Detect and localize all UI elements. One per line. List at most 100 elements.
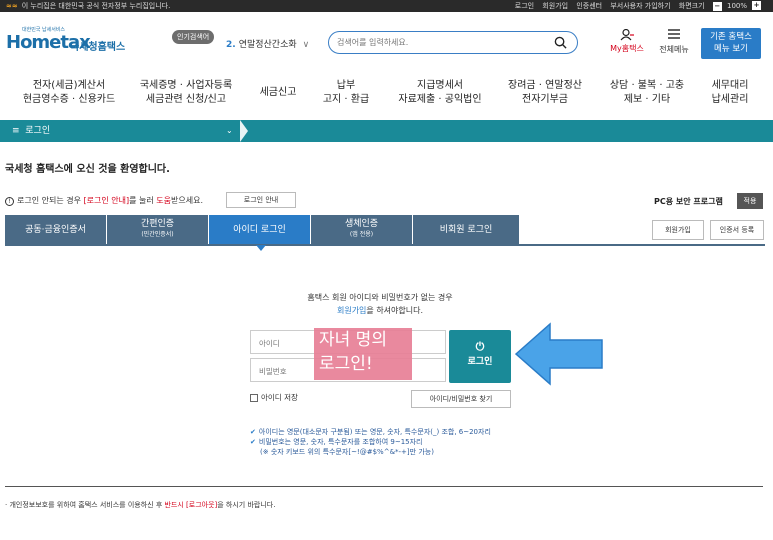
location-label[interactable]: ≡ 로그인: [12, 120, 50, 142]
tab-guest-login[interactable]: 비회원 로그인: [413, 215, 520, 245]
zoom-out-button[interactable]: −: [712, 1, 722, 11]
hometax-logo[interactable]: 대한민국 납세서비스 Hometax 국세청홈택스: [6, 27, 136, 59]
gnb-label: 상담 · 불복 · 고충: [609, 80, 685, 91]
gnb-item-statement[interactable]: 지급명세서자료제출 · 공익법인: [390, 79, 490, 107]
page-title: 국세청 홈택스에 오신 것을 환영합니다.: [5, 164, 170, 175]
gnb-label: 전자(세금)계산서: [32, 80, 106, 91]
user-icon: [620, 28, 634, 41]
login-info: 홈택스 회원 아이디와 비밀번호가 없는 경우 회원가입을 하셔야합니다.: [250, 291, 510, 317]
search-box: [328, 31, 578, 54]
gov-notice: ≈≈ 이 누리집은 대한민국 공식 전자정부 누리집입니다.: [6, 0, 170, 12]
gnb-item-tax-agent[interactable]: 세무대리 납세관리: [700, 79, 760, 107]
my-hometax-button[interactable]: My홈택스: [607, 28, 647, 54]
tab-underline: [5, 244, 765, 246]
popular-term[interactable]: 연말정산간소화: [239, 40, 297, 50]
popular-search-badge: 인기검색어: [172, 30, 215, 44]
cert-register-button[interactable]: 인증서 등록: [710, 220, 764, 240]
tab-joint-cert[interactable]: 공동·금융인증서: [5, 215, 107, 245]
search-icon[interactable]: [554, 36, 567, 49]
id-password-rules: ✔ 아이디는 영문(대소문자 구분됨) 또는 영문, 숫자, 특수문자(_) 조합…: [250, 427, 550, 457]
check-icon: ✔: [250, 438, 256, 446]
menu-icon: ≡: [12, 126, 20, 136]
gnb-item-tax-return[interactable]: 세금신고: [250, 86, 306, 100]
gov-top-bar: ≈≈ 이 누리집은 대한민국 공식 전자정부 누리집입니다. 로그인 회원가입 인…: [0, 0, 773, 12]
main-navigation: 전자(세금)계산서현금영수증 · 신용카드 국세증명 · 사업자등록세금관련 신…: [0, 73, 773, 113]
keep-id-checkbox[interactable]: 아이디 저장: [250, 392, 298, 403]
pointer-arrow-icon: [514, 322, 603, 386]
footer-text: · 개인정보보호를 위하여 홈택스 서비스를 이용하신 후: [5, 501, 165, 509]
login-button-label: 로그인: [467, 357, 493, 367]
active-tab-caret: [256, 245, 266, 251]
top-link-screen-size: 화면크기: [678, 2, 705, 10]
zoom-level: 100%: [726, 2, 747, 10]
annotation-line2: 로그인!: [319, 354, 373, 374]
info-line2-text: 을 하셔야합니다.: [366, 306, 424, 315]
gnb-item-payment[interactable]: 납부고지 · 환급: [316, 79, 376, 107]
popular-rank: 2.: [226, 40, 236, 50]
gnb-label: 납부: [336, 80, 356, 91]
check-icon: ✔: [250, 428, 256, 436]
gnb-label: 지급명세서: [417, 80, 463, 91]
hamburger-icon: [668, 29, 680, 39]
notice-text: 를 눌러: [129, 196, 157, 205]
old-hometax-menu-button[interactable]: 기존 홈택스 메뉴 보기: [701, 28, 761, 59]
tab-sublabel: (앱 전용): [349, 231, 374, 238]
top-link-login[interactable]: 로그인: [515, 2, 534, 10]
login-help-notice: ! 로그인 안되는 경우 [로그인 안내]를 눌러 도움받으세요.: [5, 195, 203, 206]
footer-highlight: 반드시 [로그아웃]: [164, 501, 218, 509]
gov-notice-text: 이 누리집은 대한민국 공식 전자정부 누리집입니다.: [21, 2, 171, 10]
zoom-in-button[interactable]: +: [752, 1, 761, 10]
login-button[interactable]: ⏻ 로그인: [449, 330, 511, 383]
top-links: 로그인 회원가입 인증센터 부서사용자 가입하기 화면크기 − 100%: [509, 0, 747, 12]
tab-simple-auth[interactable]: 간편인증 (민간인증서): [107, 215, 209, 245]
gnb-item-consult[interactable]: 상담 · 불복 · 고충제보 · 기타: [604, 79, 690, 107]
location-bar: ≡ 로그인 ⌄: [0, 120, 773, 142]
gnb-label: 현금영수증 · 신용카드: [22, 94, 116, 105]
gnb-label: 고지 · 환급: [322, 94, 370, 105]
location-separator: [240, 120, 248, 142]
rule-text: 아이디는 영문(대소문자 구분됨) 또는 영문, 숫자, 특수문자(_) 조합,…: [258, 428, 491, 436]
power-icon: ⏻: [475, 340, 485, 353]
signup-link[interactable]: 회원가입: [337, 306, 366, 315]
info-line2: 회원가입을 하셔야합니다.: [250, 304, 510, 317]
tab-biometric[interactable]: 생체인증 (앱 전용): [311, 215, 413, 245]
tab-label: 비회원 로그인: [439, 225, 493, 235]
gnb-label: 제보 · 기타: [623, 94, 671, 105]
gnb-item-certificate[interactable]: 국세증명 · 사업자등록세금관련 신청/신고: [130, 79, 242, 107]
all-menu-button[interactable]: 전체메뉴: [654, 29, 694, 55]
signup-button[interactable]: 회원가입: [652, 220, 704, 240]
gnb-label: 자료제출 · 공익법인: [398, 94, 482, 105]
all-menu-label: 전체메뉴: [659, 45, 689, 54]
notice-link-guide[interactable]: [로그인 안내]: [84, 196, 130, 205]
gnb-label: 세무대리: [711, 80, 749, 91]
gov-mark-icon: ≈≈: [6, 2, 18, 10]
login-guide-button[interactable]: 로그인 안내: [226, 192, 296, 208]
location-text: 로그인: [25, 126, 51, 136]
tab-label: 생체인증: [344, 219, 379, 229]
rule-text: 비밀번호는 영문, 숫자, 특수문자를 조합하여 9~15자리: [258, 438, 423, 446]
logo-name: 국세청홈택스: [70, 42, 126, 53]
chevron-down-icon[interactable]: ∨: [303, 40, 310, 50]
top-link-dept-user[interactable]: 부서사용자 가입하기: [610, 2, 670, 10]
popular-search-select[interactable]: 2. 연말정산간소화 ∨: [226, 37, 309, 50]
gnb-label: 세금관련 신청/신고: [145, 94, 227, 105]
search-input[interactable]: [337, 36, 537, 49]
pc-security-apply-button[interactable]: 적용: [737, 193, 763, 209]
logout-notice: · 개인정보보호를 위하여 홈택스 서비스를 이용하신 후 반드시 [로그아웃]…: [5, 500, 275, 510]
top-link-cert-center[interactable]: 인증센터: [576, 2, 602, 10]
tab-id-login[interactable]: 아이디 로그인: [209, 215, 311, 245]
tab-label: 아이디 로그인: [233, 225, 286, 235]
rule-note: (※ 숫자 키보드 위의 특수문자[~!@#$%^&*-+]만 가능): [260, 448, 434, 456]
gnb-item-year-end[interactable]: 장려금 · 연말정산 전자기부금: [500, 79, 590, 107]
find-id-password-button[interactable]: 아이디/비밀번호 찾기: [411, 390, 511, 408]
gnb-item-invoice[interactable]: 전자(세금)계산서현금영수증 · 신용카드: [14, 79, 124, 107]
pc-security-label: PC용 보안 프로그램: [654, 197, 723, 206]
login-tabs: 공동·금융인증서 간편인증 (민간인증서) 아이디 로그인 생체인증 (앱 전용) …: [5, 215, 520, 245]
location-dropdown-icon[interactable]: ⌄: [226, 120, 233, 142]
gnb-label: 국세증명 · 사업자등록: [139, 80, 233, 91]
top-link-signup[interactable]: 회원가입: [542, 2, 568, 10]
checkbox-icon[interactable]: [250, 394, 258, 402]
notice-text: 로그인 안되는 경우: [17, 196, 84, 205]
divider: [5, 486, 763, 487]
child-login-annotation: 자녀 명의 로그인!: [314, 328, 412, 380]
